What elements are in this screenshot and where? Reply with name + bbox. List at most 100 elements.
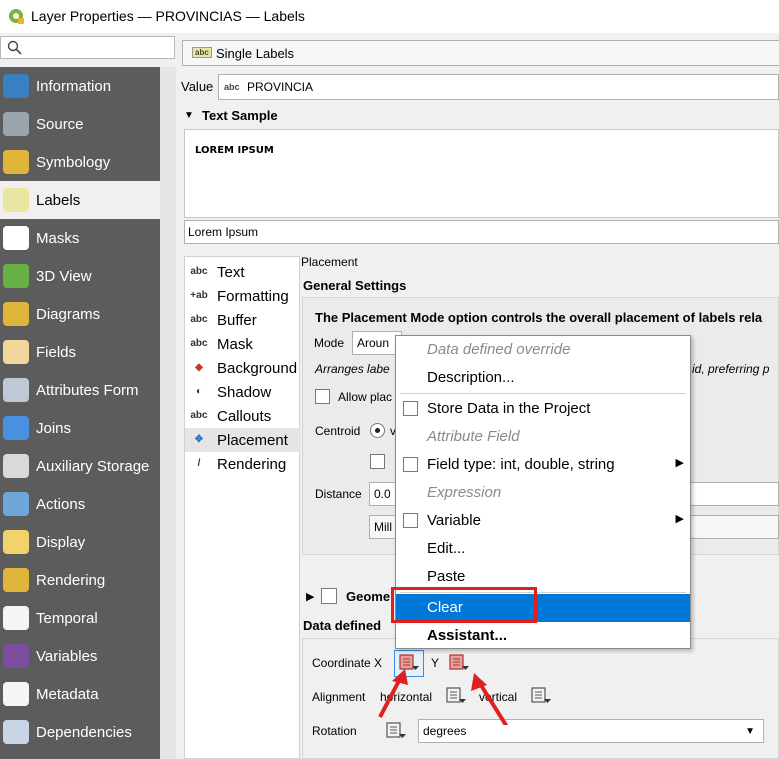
tab-background[interactable]: ◆ Background xyxy=(185,356,301,380)
sidebar-item-symbology[interactable]: Symbology xyxy=(0,143,160,181)
sidebar-item-diagrams[interactable]: Diagrams xyxy=(0,295,160,333)
menu-item-edit[interactable]: Edit... xyxy=(396,535,690,563)
sidebar-item-source[interactable]: Source xyxy=(0,105,160,143)
sidebar-item-temporal[interactable]: Temporal xyxy=(0,599,160,637)
label-mode-select[interactable]: abc Single Labels xyxy=(182,40,779,66)
sidebar-scrollbar[interactable] xyxy=(160,67,176,759)
menu-item-assistant[interactable]: Assistant... xyxy=(396,622,690,650)
sidebar-item-information[interactable]: Information xyxy=(0,67,160,105)
sidebar-item-dependencies[interactable]: Dependencies xyxy=(0,713,160,751)
highlight-box xyxy=(391,587,537,623)
sample-text-input[interactable]: Lorem Ipsum xyxy=(184,220,779,244)
submenu-arrow-icon: ▶ xyxy=(675,513,684,525)
geometry-generator-checkbox[interactable] xyxy=(321,588,337,604)
menu-item-label: Variable xyxy=(427,512,481,529)
mask-icon xyxy=(3,226,29,250)
tab-background-icon: ◆ xyxy=(195,362,203,373)
force-inside-checkbox[interactable] xyxy=(370,454,385,469)
rotation-label: Rotation xyxy=(312,724,357,738)
menu-checkbox[interactable] xyxy=(403,401,418,416)
sidebar-item-label: Labels xyxy=(36,192,81,209)
tab-placement[interactable]: ✥ Placement xyxy=(185,428,301,452)
paintbrush-icon xyxy=(3,568,29,592)
tab-label: Placement xyxy=(217,432,288,449)
tab-callouts-icon: abc xyxy=(190,410,208,421)
cube-icon xyxy=(3,264,29,288)
centroid-radio[interactable] xyxy=(370,423,385,438)
value-field-select[interactable]: abc PROVINCIA xyxy=(218,74,779,100)
allow-placement-checkbox[interactable] xyxy=(315,389,330,404)
sidebar-item-attributes-form[interactable]: Attributes Form xyxy=(0,371,160,409)
tab-text[interactable]: abc Text xyxy=(185,260,301,284)
menu-item-store-data-in-the-project[interactable]: Store Data in the Project xyxy=(396,395,690,423)
tab-label: Text xyxy=(217,264,245,281)
rotation-unit-value: degrees xyxy=(423,724,467,738)
tab-rendering-icon: / xyxy=(197,458,201,469)
form-icon xyxy=(3,378,29,402)
text-sample-preview: LOREM IPSUM xyxy=(184,129,779,218)
arranges-text: Arranges labe xyxy=(315,362,390,376)
tools-icon xyxy=(3,112,29,136)
tab-buffer[interactable]: abc Buffer xyxy=(185,308,301,332)
menu-item-description[interactable]: Description... xyxy=(396,364,690,392)
sidebar-item-label: Display xyxy=(36,534,86,551)
radio-dot xyxy=(375,428,380,433)
sidebar-item-actions[interactable]: Actions xyxy=(0,485,160,523)
info-icon xyxy=(3,74,29,98)
sidebar-item-variables[interactable]: Variables xyxy=(0,637,160,675)
menu-item-field-type-int-double-string[interactable]: Field type: int, double, string ▶ xyxy=(396,451,690,479)
collapse-arrow-icon[interactable]: ▼ xyxy=(184,110,194,121)
tab-shadow[interactable]: ◐ Shadow xyxy=(185,380,301,404)
menu-checkbox[interactable] xyxy=(403,513,418,528)
label-settings-tabs: abc Text +ab Formatting abc Buffer abc Mask ◆ Bac… xyxy=(184,256,301,759)
tab-label: Buffer xyxy=(217,312,257,329)
tab-mask[interactable]: abc Mask xyxy=(185,332,301,356)
sidebar-item-rendering[interactable]: Rendering xyxy=(0,561,160,599)
sidebar-item-labels[interactable]: Labels xyxy=(0,181,160,219)
tab-rendering[interactable]: / Rendering xyxy=(185,452,301,476)
qgis-logo-icon xyxy=(9,9,24,24)
sidebar-item-label: Attributes Form xyxy=(36,382,139,399)
search-icon xyxy=(7,40,22,55)
menu-item-variable[interactable]: Variable ▶ xyxy=(396,507,690,535)
tab-label: Callouts xyxy=(217,408,272,425)
data-defined-inactive-icon[interactable] xyxy=(529,686,553,706)
sidebar-item-auxiliary-storage[interactable]: Auxiliary Storage xyxy=(0,447,160,485)
data-defined-header: Data defined xyxy=(303,618,382,633)
chevron-down-icon: ▼ xyxy=(745,726,755,737)
menu-separator xyxy=(400,393,686,394)
tab-formatting-icon: +ab xyxy=(190,290,208,301)
search-input[interactable] xyxy=(0,36,175,59)
menu-item-expression: Expression xyxy=(396,479,690,507)
sidebar-item-3d-view[interactable]: 3D View xyxy=(0,257,160,295)
tab-formatting[interactable]: +ab Formatting xyxy=(185,284,301,308)
sidebar-item-label: Actions xyxy=(36,496,86,513)
sidebar-item-label: Variables xyxy=(36,648,98,665)
diagram-icon xyxy=(3,302,29,326)
gear-icon xyxy=(3,492,29,516)
epsilon-icon xyxy=(3,644,29,668)
string-field-icon: abc xyxy=(224,82,240,92)
sample-text-value: Lorem Ipsum xyxy=(188,225,259,239)
sidebar-item-fields[interactable]: Fields xyxy=(0,333,160,371)
menu-item-label: Store Data in the Project xyxy=(427,400,591,417)
sidebar-item-label: Joins xyxy=(36,420,72,437)
expand-arrow-icon[interactable]: ▶ xyxy=(306,590,314,603)
speech-bubble-icon xyxy=(3,530,29,554)
sidebar-item-label: Dependencies xyxy=(36,724,132,741)
placement-description: The Placement Mode option controls the o… xyxy=(315,310,763,325)
tab-callouts[interactable]: abc Callouts xyxy=(185,404,301,428)
sidebar-item-label: Rendering xyxy=(36,572,106,589)
sidebar-item-masks[interactable]: Masks xyxy=(0,219,160,257)
geometry-generator-header[interactable]: Geome xyxy=(346,589,390,604)
sidebar-item-display[interactable]: Display xyxy=(0,523,160,561)
sidebar-item-label: Fields xyxy=(36,344,77,361)
menu-item-label: Data defined override xyxy=(427,341,571,358)
tab-placement-icon: ✥ xyxy=(194,434,204,445)
join-icon xyxy=(3,416,29,440)
sidebar-item-metadata[interactable]: Metadata xyxy=(0,675,160,713)
menu-checkbox[interactable] xyxy=(403,457,418,472)
sidebar-item-joins[interactable]: Joins xyxy=(0,409,160,447)
text-sample-header[interactable]: Text Sample xyxy=(202,108,278,123)
sidebar-item-label: Symbology xyxy=(36,154,111,171)
